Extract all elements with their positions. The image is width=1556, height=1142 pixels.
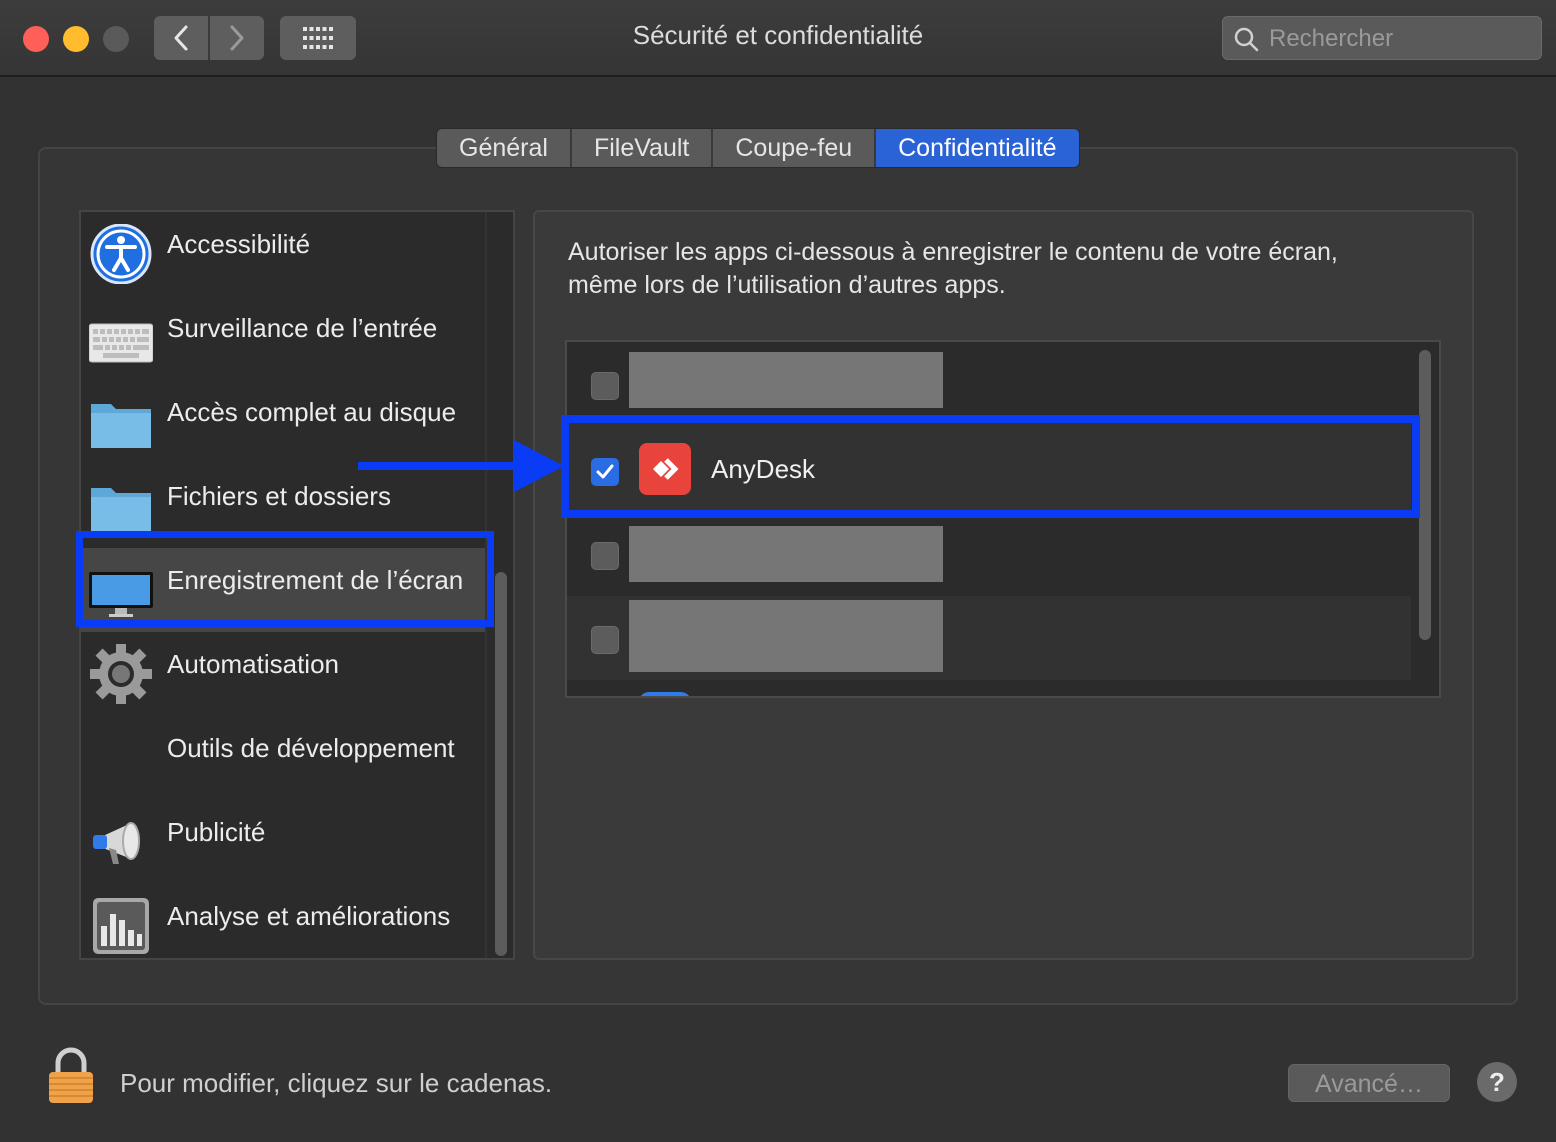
- search-input[interactable]: [1267, 21, 1531, 57]
- sidebar-item-label: Publicité: [167, 817, 266, 847]
- accessibility-icon: [90, 224, 152, 284]
- keyboard-icon: [89, 323, 153, 363]
- zoom-window-button[interactable]: [103, 26, 129, 52]
- tab-general[interactable]: Général: [437, 129, 572, 167]
- sidebar-item-developer-tools[interactable]: Outils de développement: [81, 716, 485, 800]
- sidebar-item-label: Analyse et améliorations: [167, 901, 451, 931]
- folder-icon: [91, 404, 151, 448]
- sidebar-scrollbar[interactable]: [495, 572, 507, 956]
- app-checkbox[interactable]: [591, 542, 619, 570]
- minimize-window-button[interactable]: [63, 26, 89, 52]
- tab-firewall[interactable]: Coupe-feu: [713, 129, 877, 167]
- chevron-right-icon: [230, 25, 244, 51]
- back-button[interactable]: [154, 16, 208, 60]
- sidebar-item-label: Surveillance de l’entrée: [167, 313, 438, 343]
- search-icon: [1234, 27, 1259, 52]
- sidebar-item-input-monitoring[interactable]: Surveillance de l’entrée: [81, 296, 485, 380]
- app-list-scrollbar[interactable]: [1419, 350, 1431, 640]
- sidebar-item-label: Accessibilité: [167, 229, 311, 259]
- highlight-box-screen-recording: [76, 531, 494, 627]
- tab-privacy[interactable]: Confidentialité: [876, 129, 1079, 167]
- sidebar-item-accessibility[interactable]: Accessibilité: [81, 212, 485, 296]
- list-item[interactable]: [567, 516, 1411, 596]
- app-list: AnyDesk: [565, 340, 1441, 698]
- help-button[interactable]: ?: [1477, 1062, 1517, 1102]
- list-item[interactable]: [567, 596, 1411, 680]
- gear-icon: [90, 644, 152, 704]
- show-all-button[interactable]: [280, 16, 356, 60]
- lock-icon[interactable]: [46, 1047, 96, 1105]
- chart-icon: [93, 898, 149, 954]
- app-checkbox[interactable]: [591, 372, 619, 400]
- chevron-left-icon: [174, 25, 188, 51]
- app-checkbox[interactable]: [591, 626, 619, 654]
- sidebar-item-label: Automatisation: [167, 649, 339, 679]
- app-icon-partial: [639, 692, 691, 696]
- close-window-button[interactable]: [23, 26, 49, 52]
- grid-icon: [303, 27, 333, 49]
- highlight-box-anydesk: [561, 415, 1420, 518]
- forward-button[interactable]: [210, 16, 264, 60]
- redacted-app-name: [629, 526, 943, 582]
- title-bar: Sécurité et confidentialité: [0, 0, 1556, 77]
- advanced-button[interactable]: Avancé…: [1288, 1064, 1450, 1102]
- sidebar-item-automation[interactable]: Automatisation: [81, 632, 485, 716]
- redacted-app-name: [629, 600, 943, 672]
- sidebar-item-advertising[interactable]: Publicité: [81, 800, 485, 884]
- description-line: Autoriser les apps ci-dessous à enregist…: [568, 238, 1338, 266]
- redacted-app-name: [629, 352, 943, 408]
- lock-instruction: Pour modifier, cliquez sur le cadenas.: [120, 1068, 553, 1098]
- permission-description: Autoriser les apps ci-dessous à enregist…: [568, 236, 1448, 302]
- arrow-icon: [358, 440, 564, 492]
- list-item[interactable]: [567, 342, 1411, 418]
- sidebar-item-analytics[interactable]: Analyse et améliorations: [81, 884, 485, 958]
- sidebar-item-label: Outils de développement: [167, 733, 455, 763]
- tab-filevault[interactable]: FileVault: [571, 129, 714, 167]
- folder-icon: [91, 488, 151, 532]
- megaphone-icon: [93, 822, 140, 864]
- description-line: même lors de l’utilisation d’autres apps…: [568, 271, 1006, 299]
- tab-bar: Général FileVault Coupe-feu Confidential…: [436, 128, 1080, 168]
- navigation-buttons: [154, 16, 264, 60]
- search-field[interactable]: [1222, 16, 1542, 60]
